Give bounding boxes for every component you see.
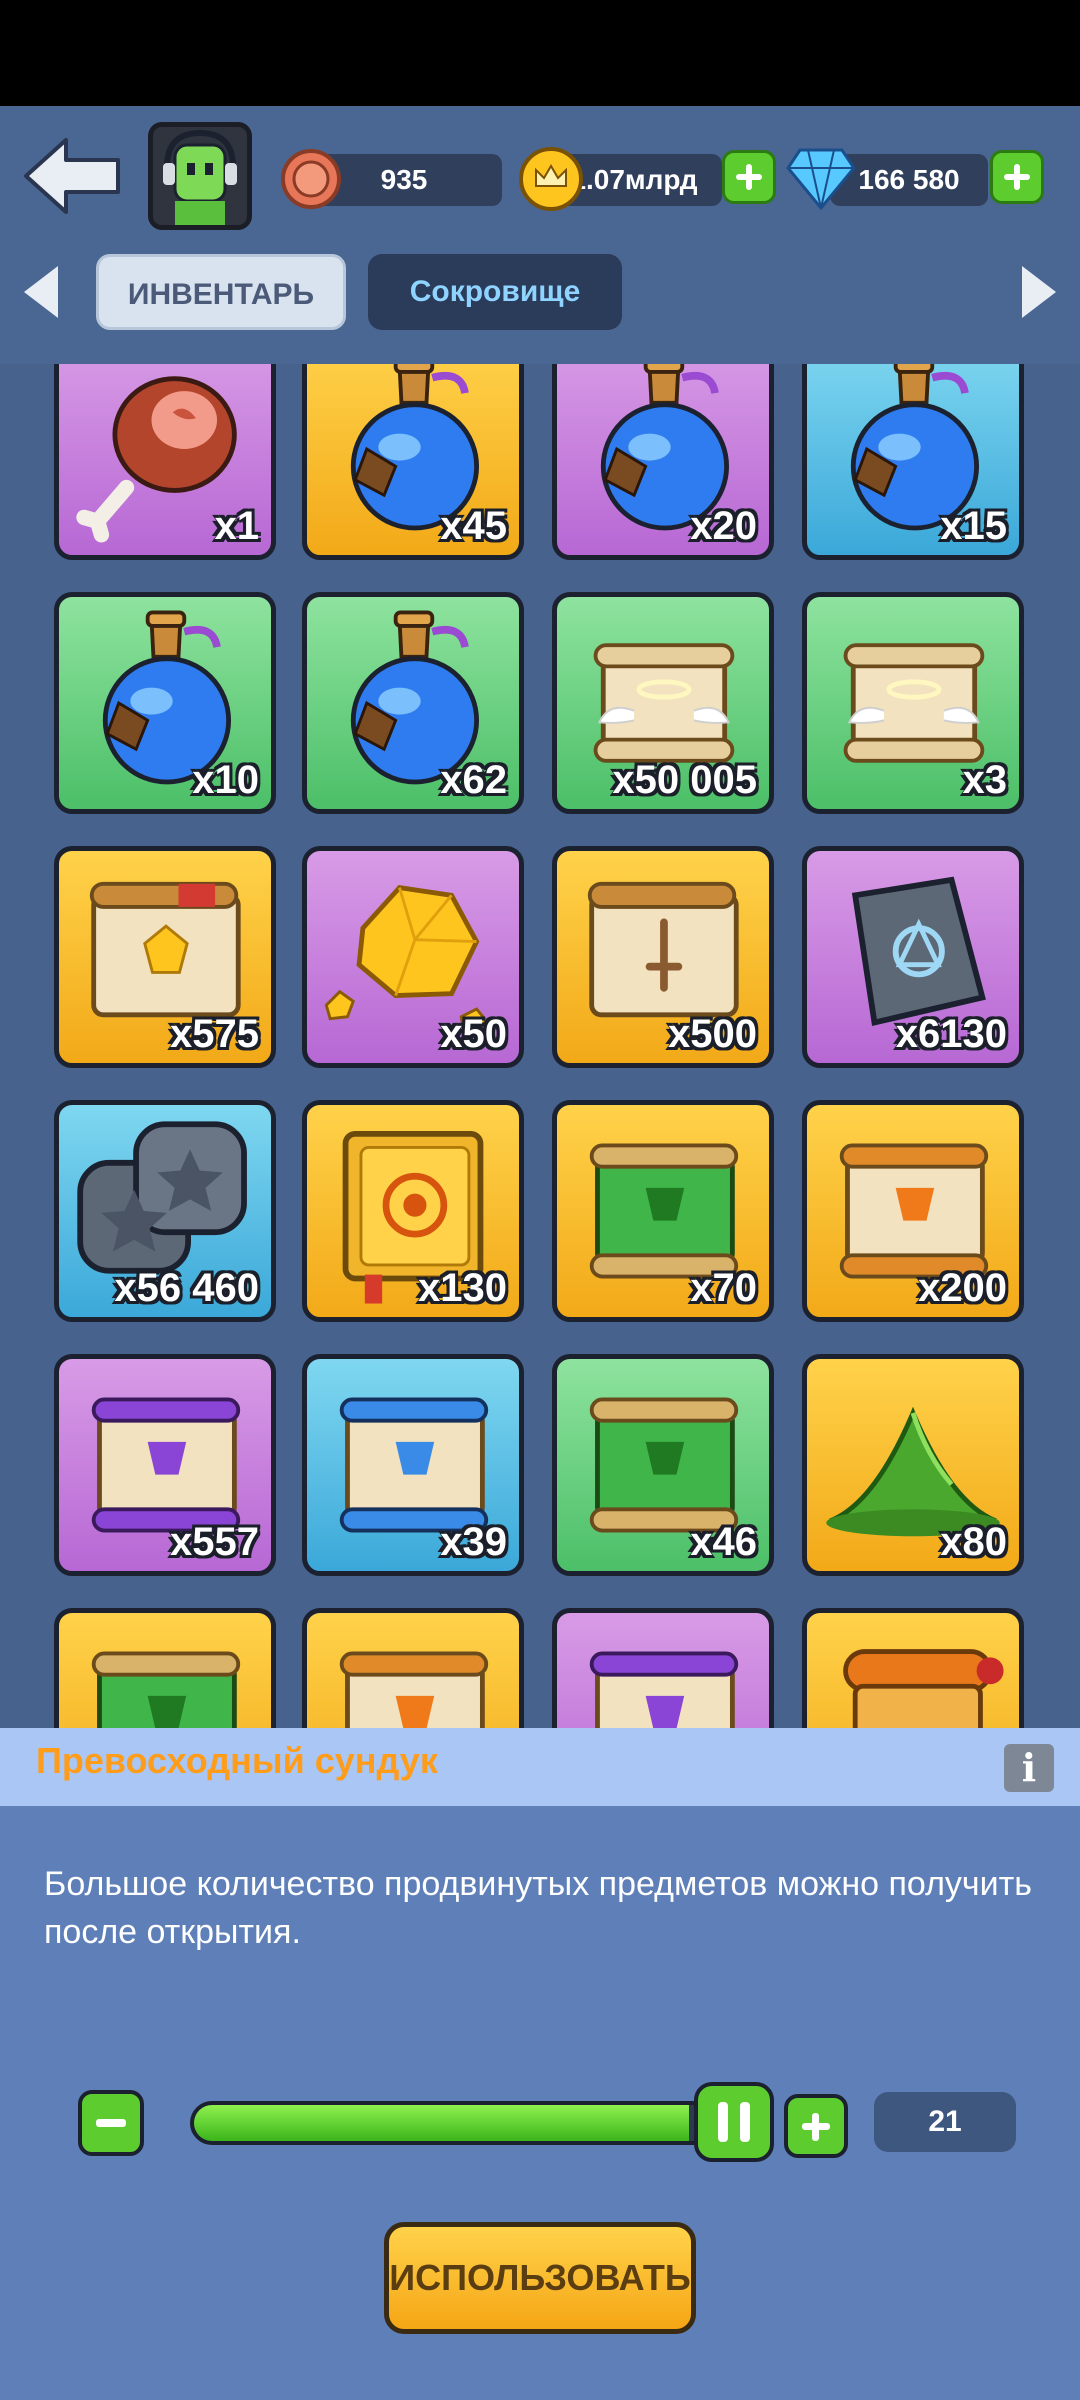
diamond-icon: [786, 148, 856, 210]
inventory-item[interactable]: x1: [54, 364, 276, 560]
inventory-item[interactable]: x575: [54, 846, 276, 1068]
inventory-item[interactable]: [552, 1608, 774, 1728]
inventory-item[interactable]: x557: [54, 1354, 276, 1576]
tab-next-arrow-icon[interactable]: [1018, 262, 1062, 322]
detail-header: Превосходный сундук i: [0, 1728, 1080, 1806]
item-count: x62: [440, 758, 507, 802]
medal-icon: [281, 149, 341, 209]
inventory-item[interactable]: [802, 1608, 1024, 1728]
inventory-item[interactable]: x62: [302, 592, 524, 814]
inventory-item[interactable]: x50 005: [552, 592, 774, 814]
decrease-quantity-button[interactable]: [78, 2090, 144, 2156]
inventory-item[interactable]: x130: [302, 1100, 524, 1322]
inventory-item[interactable]: [54, 1608, 276, 1728]
inventory-grid: x1 x45 x20 x15 x10 x62 x50 005 x3 x575 x50 x500 x61…: [0, 364, 1080, 1728]
inventory-item[interactable]: x500: [552, 846, 774, 1068]
status-bar: [0, 0, 1080, 106]
tab-treasure[interactable]: Сокровище: [368, 254, 622, 330]
item-count: x10: [192, 758, 259, 802]
treasure-scroll-icon: [843, 1649, 1004, 1728]
item-title: Превосходный сундук: [36, 1740, 438, 1781]
item-count: x6130: [895, 1012, 1007, 1056]
item-count: x70: [690, 1266, 757, 1310]
purple-scroll-icon: [589, 1651, 739, 1728]
slider-handle[interactable]: [694, 2082, 774, 2162]
inventory-item[interactable]: x46: [552, 1354, 774, 1576]
item-count: x39: [440, 1520, 507, 1564]
item-count: x15: [940, 504, 1007, 548]
add-gold-button[interactable]: [722, 150, 776, 204]
inventory-item[interactable]: x15: [802, 364, 1024, 560]
inventory-item[interactable]: [302, 1608, 524, 1728]
inventory-item[interactable]: x56 460: [54, 1100, 276, 1322]
inventory-item[interactable]: x3: [802, 592, 1024, 814]
item-count: x46: [690, 1520, 757, 1564]
inventory-item[interactable]: x20: [552, 364, 774, 560]
inventory-item[interactable]: x39: [302, 1354, 524, 1576]
item-count: x557: [170, 1520, 259, 1564]
inventory-item[interactable]: x80: [802, 1354, 1024, 1576]
tab-prev-arrow-icon[interactable]: [18, 262, 62, 322]
back-button[interactable]: [22, 136, 122, 216]
item-count: x200: [918, 1266, 1007, 1310]
use-button[interactable]: ИСПОЛЬЗОВАТЬ: [384, 2222, 696, 2334]
item-count: x3: [962, 758, 1008, 802]
item-count: x50 005: [612, 758, 757, 802]
inventory-item[interactable]: x45: [302, 364, 524, 560]
avatar-icon: [153, 127, 247, 225]
item-count: x56 460: [114, 1266, 259, 1310]
quantity-slider[interactable]: [190, 2101, 730, 2145]
item-description: Большое количество продвинутых предметов…: [44, 1865, 1032, 1951]
inventory-item[interactable]: x70: [552, 1100, 774, 1322]
item-count: x45: [440, 504, 507, 548]
item-count: x80: [940, 1520, 1007, 1564]
increase-quantity-button[interactable]: [784, 2094, 848, 2158]
item-count: x20: [690, 504, 757, 548]
item-count: x1: [214, 504, 260, 548]
inventory-item[interactable]: x50: [302, 846, 524, 1068]
quantity-value[interactable]: 21: [874, 2092, 1016, 2152]
add-gems-button[interactable]: [990, 150, 1044, 204]
inventory-item[interactable]: x6130: [802, 846, 1024, 1068]
player-avatar[interactable]: [148, 122, 252, 230]
item-count: x575: [170, 1012, 259, 1056]
item-count: x50: [440, 1012, 507, 1056]
inventory-item[interactable]: x200: [802, 1100, 1024, 1322]
info-button[interactable]: i: [1004, 1744, 1054, 1792]
gold-coin-icon: [519, 147, 583, 211]
orange-scroll-icon: [339, 1651, 489, 1728]
tab-inventory[interactable]: ИНВЕНТАРЬ: [96, 254, 346, 330]
item-count: x130: [418, 1266, 507, 1310]
item-detail-panel: Превосходный сундук i Большое количество…: [0, 1728, 1080, 2400]
item-count: x500: [668, 1012, 757, 1056]
green-scroll-icon: [91, 1651, 241, 1728]
inventory-item[interactable]: x10: [54, 592, 276, 814]
slider-fill: [194, 2105, 689, 2141]
